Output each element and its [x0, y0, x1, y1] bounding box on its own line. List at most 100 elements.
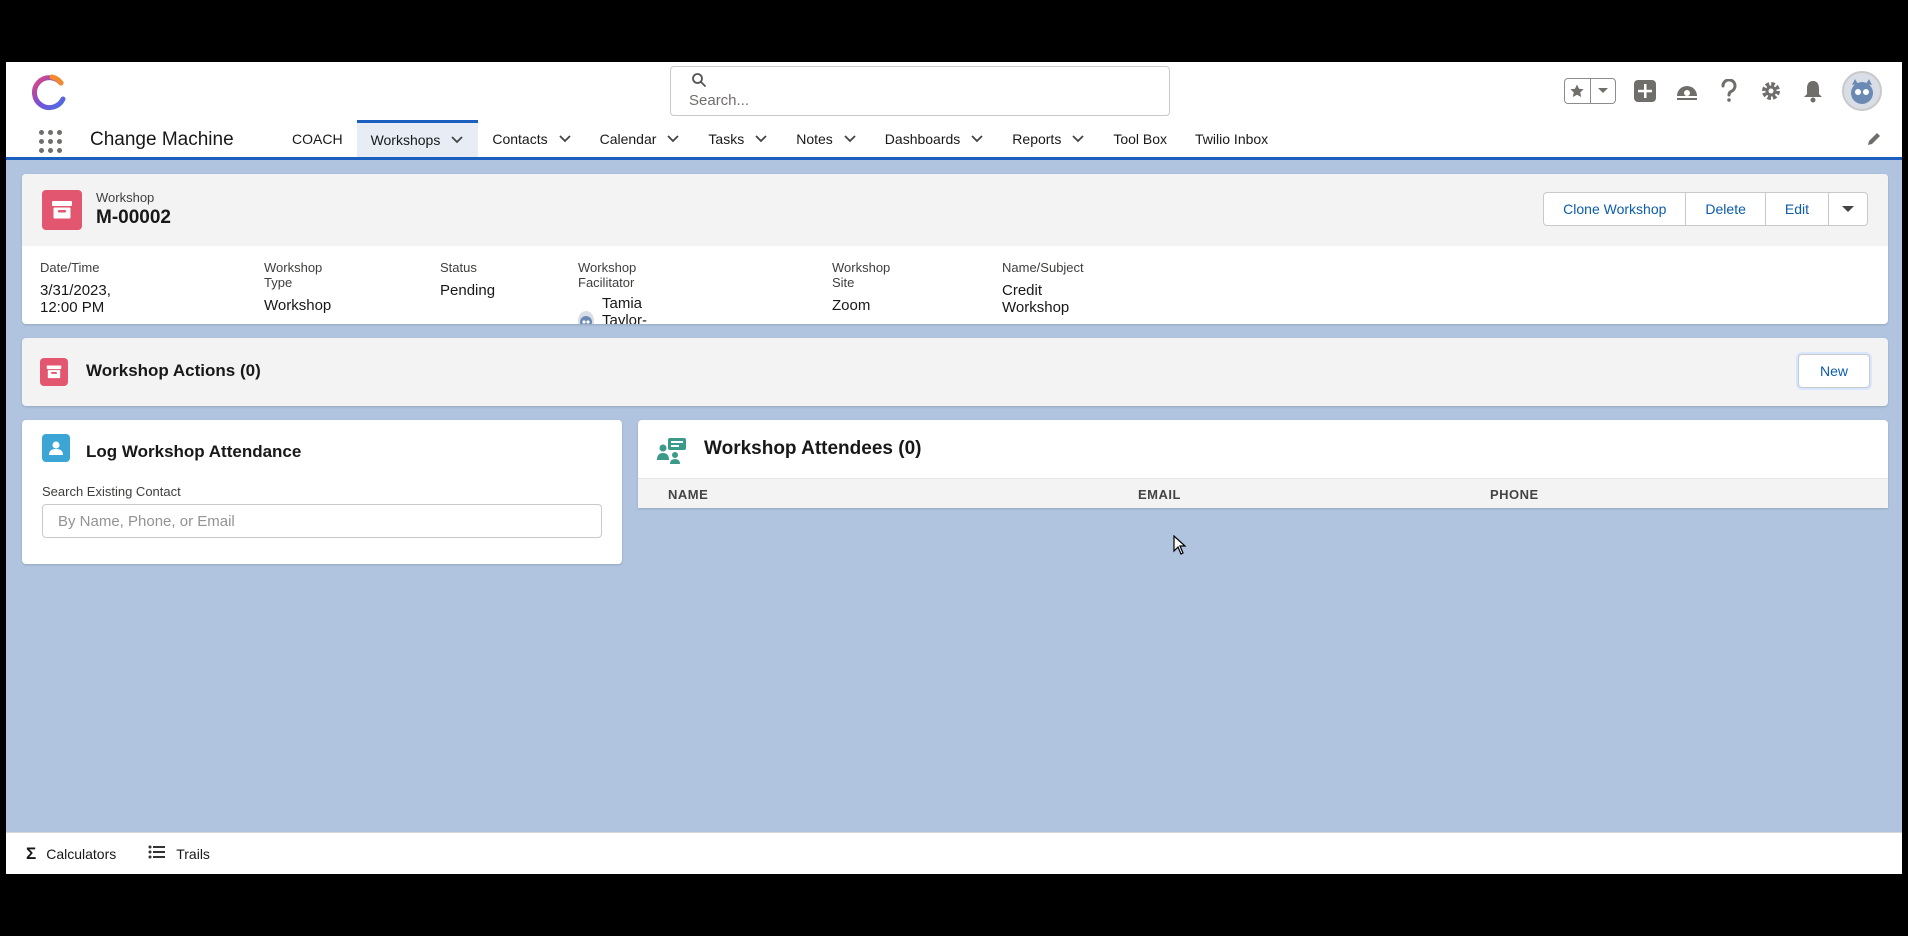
tab-contacts[interactable]: Contacts	[478, 120, 585, 157]
sigma-icon: Σ	[26, 843, 37, 863]
log-attendance-card: Log Workshop Attendance Search Existing …	[22, 420, 622, 564]
record-highlights-panel: Workshop M-00002 Clone Workshop Delete E…	[22, 174, 1888, 324]
field-value: 3/31/2023, 12:00 PM	[40, 282, 111, 316]
global-header	[6, 62, 1902, 120]
contact-icon	[42, 434, 70, 462]
field-status: Status Pending	[440, 260, 495, 299]
bell-icon[interactable]	[1800, 78, 1826, 104]
field-label: Workshop Facilitator	[578, 260, 637, 290]
workshop-actions-icon	[40, 358, 68, 386]
field-label: Date/Time	[40, 260, 100, 275]
star-icon[interactable]	[1565, 79, 1591, 103]
change-machine-logo[interactable]	[28, 72, 70, 112]
chevron-down-icon[interactable]	[450, 133, 464, 147]
favorites-group	[1564, 78, 1616, 104]
edit-button[interactable]: Edit	[1766, 193, 1829, 225]
workshop-actions-title[interactable]: Workshop Actions (0)	[86, 361, 261, 381]
clone-workshop-button[interactable]: Clone Workshop	[1544, 193, 1687, 225]
tab-notes[interactable]: Notes	[782, 120, 871, 157]
search-contact-label: Search Existing Contact	[42, 484, 181, 499]
trails-utility[interactable]: Trails	[148, 845, 210, 862]
tab-label: Tool Box	[1113, 130, 1168, 147]
tab-tasks[interactable]: Tasks	[694, 120, 782, 157]
log-attendance-title: Log Workshop Attendance	[86, 442, 302, 461]
field-value: Credit Workshop	[1002, 282, 1070, 316]
facilitator-link[interactable]: Tamia Taylor-Bader	[602, 295, 651, 324]
calculators-label: Calculators	[46, 845, 117, 862]
record-action-buttons: Clone Workshop Delete Edit	[1543, 192, 1868, 226]
tab-label: Contacts	[492, 130, 548, 147]
gear-icon[interactable]	[1758, 78, 1784, 104]
workshop-attendees-card: Workshop Attendees (0) NAME EMAIL PHONE	[638, 420, 1888, 508]
tab-twilio-inbox[interactable]: Twilio Inbox	[1181, 120, 1282, 157]
tab-tool-box[interactable]: Tool Box	[1099, 120, 1181, 157]
add-icon[interactable]	[1632, 78, 1658, 104]
help-icon[interactable]	[1716, 78, 1742, 104]
attendees-icon	[656, 436, 688, 464]
tab-label: Dashboards	[884, 130, 961, 147]
field-value: Zoom	[832, 297, 871, 314]
record-object-type: Workshop	[96, 190, 155, 205]
chevron-down-icon[interactable]	[666, 132, 680, 146]
list-icon	[148, 845, 166, 862]
search-contact-input[interactable]	[42, 504, 602, 538]
chevron-down-icon[interactable]	[1071, 132, 1085, 146]
workshop-object-icon	[42, 190, 82, 230]
field-label: Status	[440, 260, 477, 275]
utility-bar: Σ Calculators Trails	[6, 832, 1902, 874]
chevron-down-icon[interactable]	[970, 132, 984, 146]
workshop-actions-related-list: Workshop Actions (0) New	[22, 338, 1888, 406]
tab-workshops[interactable]: Workshops	[356, 120, 479, 157]
trailhead-icon[interactable]	[1674, 78, 1700, 104]
edit-nav-pencil-icon[interactable]	[1866, 131, 1882, 152]
column-header-name[interactable]: NAME	[668, 487, 708, 502]
chevron-down-icon[interactable]	[843, 132, 857, 146]
column-header-email[interactable]: EMAIL	[1138, 487, 1181, 502]
chevron-down-icon[interactable]	[1591, 79, 1616, 103]
record-name: M-00002	[96, 207, 171, 228]
delete-button[interactable]: Delete	[1686, 193, 1766, 225]
chevron-down-icon[interactable]	[754, 132, 768, 146]
tab-label: Notes	[796, 130, 833, 147]
tab-label: Calendar	[599, 130, 657, 147]
field-label: Workshop Site	[832, 260, 891, 290]
field-facilitator: Workshop Facilitator Tamia Taylor-Bader	[578, 260, 651, 324]
search-input[interactable]	[689, 89, 1149, 111]
caret-down-icon	[1842, 206, 1854, 212]
more-actions-button[interactable]	[1829, 193, 1867, 225]
trails-label: Trails	[176, 845, 210, 862]
column-header-phone[interactable]: PHONE	[1490, 487, 1539, 502]
mouse-cursor-icon	[1173, 534, 1187, 560]
field-value: Pending	[440, 282, 496, 299]
calculators-utility[interactable]: Σ Calculators	[26, 844, 116, 864]
tab-coach[interactable]: COACH	[278, 120, 357, 157]
tab-reports[interactable]: Reports	[998, 120, 1099, 157]
tab-label: Workshops	[370, 132, 441, 148]
attendees-table-header: NAME EMAIL PHONE	[638, 478, 1888, 508]
global-search[interactable]	[670, 66, 1170, 116]
app-launcher-icon[interactable]	[36, 127, 64, 155]
record-header: Workshop M-00002 Clone Workshop Delete E…	[22, 174, 1888, 246]
tab-label: Twilio Inbox	[1195, 130, 1269, 147]
field-subject: Name/Subject Credit Workshop	[1002, 260, 1084, 316]
facilitator-avatar-icon	[578, 311, 594, 324]
nav-tabs: COACH Workshops Contacts Calendar Tasks Notes…	[278, 120, 1282, 157]
field-site: Workshop Site Zoom	[832, 260, 890, 314]
chevron-down-icon[interactable]	[558, 132, 572, 146]
field-label: Name/Subject	[1002, 260, 1084, 275]
user-avatar[interactable]	[1842, 71, 1882, 111]
field-label: Workshop Type	[264, 260, 323, 290]
app-frame: Change Machine COACH Workshops Contacts Cal…	[6, 62, 1902, 874]
navigation-bar: Change Machine COACH Workshops Contacts Cal…	[6, 120, 1902, 160]
header-icons	[1564, 70, 1882, 112]
tab-dashboards[interactable]: Dashboards	[871, 120, 999, 157]
app-name: Change Machine	[90, 129, 234, 150]
tab-calendar[interactable]: Calendar	[586, 120, 695, 157]
field-workshop-type: Workshop Type Workshop	[264, 260, 331, 314]
tab-label: Tasks	[708, 130, 745, 147]
workshop-attendees-title: Workshop Attendees (0)	[704, 438, 922, 459]
field-value: Workshop	[264, 297, 332, 314]
field-datetime: Date/Time 3/31/2023, 12:00 PM	[40, 260, 111, 316]
tab-label: COACH	[292, 130, 343, 147]
new-button[interactable]: New	[1798, 354, 1870, 388]
